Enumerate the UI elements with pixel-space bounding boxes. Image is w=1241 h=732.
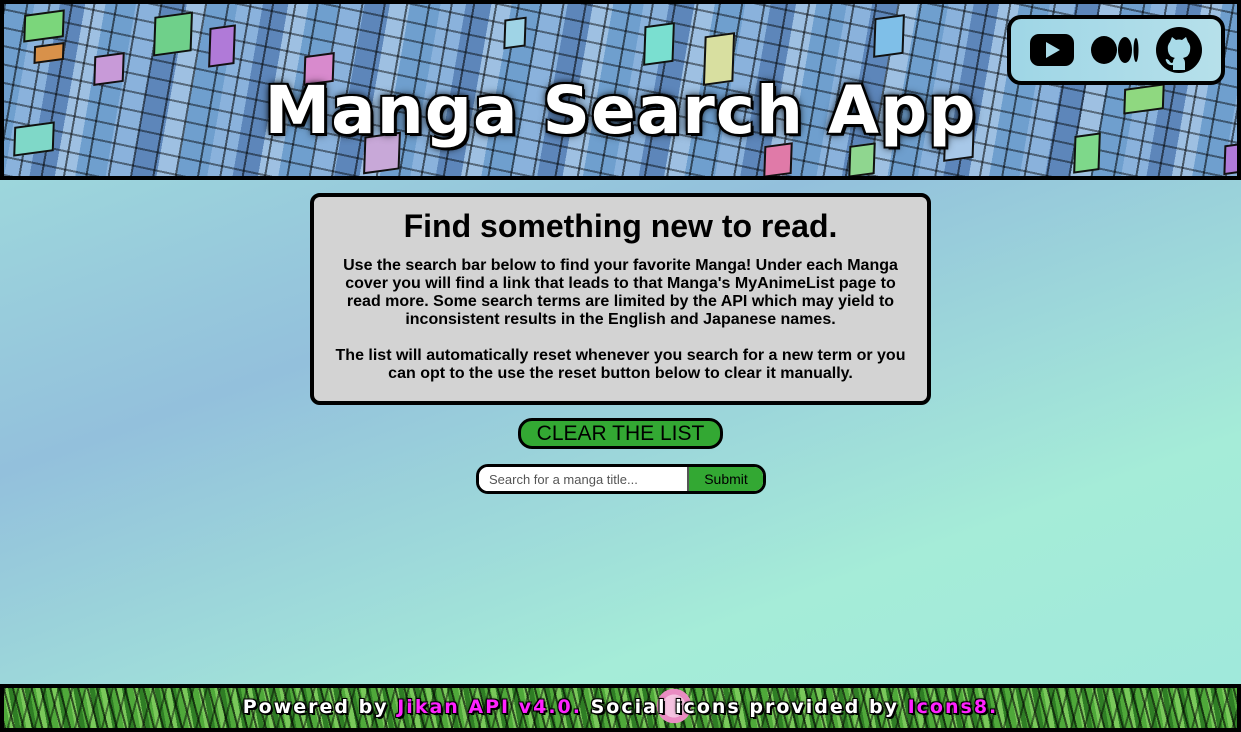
github-icon[interactable]	[1155, 26, 1203, 74]
footer: Powered by Jikan API v4.0. Social icons …	[0, 684, 1241, 732]
footer-credits: Powered by Jikan API v4.0. Social icons …	[4, 696, 1237, 718]
intro-paragraph: Use the search bar below to find your fa…	[343, 257, 898, 328]
footer-powered-text: Powered by	[242, 696, 398, 718]
intro-heading: Find something new to read.	[403, 208, 838, 244]
social-links	[1007, 15, 1225, 85]
clear-list-button[interactable]: CLEAR THE LIST	[518, 418, 723, 449]
footer-icons-text: Social icons provided by	[582, 696, 908, 718]
icons8-link[interactable]: Icons8.	[908, 696, 999, 718]
search-input[interactable]	[479, 467, 689, 491]
reset-paragraph: The list will automatically reset whenev…	[335, 347, 906, 382]
search-form: Submit	[476, 464, 766, 494]
jikan-api-link[interactable]: Jikan API v4.0.	[397, 696, 582, 718]
youtube-icon[interactable]	[1029, 33, 1075, 67]
submit-button[interactable]: Submit	[689, 467, 763, 491]
intro-card: Find something new to read. Use the sear…	[310, 193, 931, 405]
header-banner: Manga Search App	[0, 0, 1241, 180]
medium-icon[interactable]	[1091, 35, 1139, 65]
